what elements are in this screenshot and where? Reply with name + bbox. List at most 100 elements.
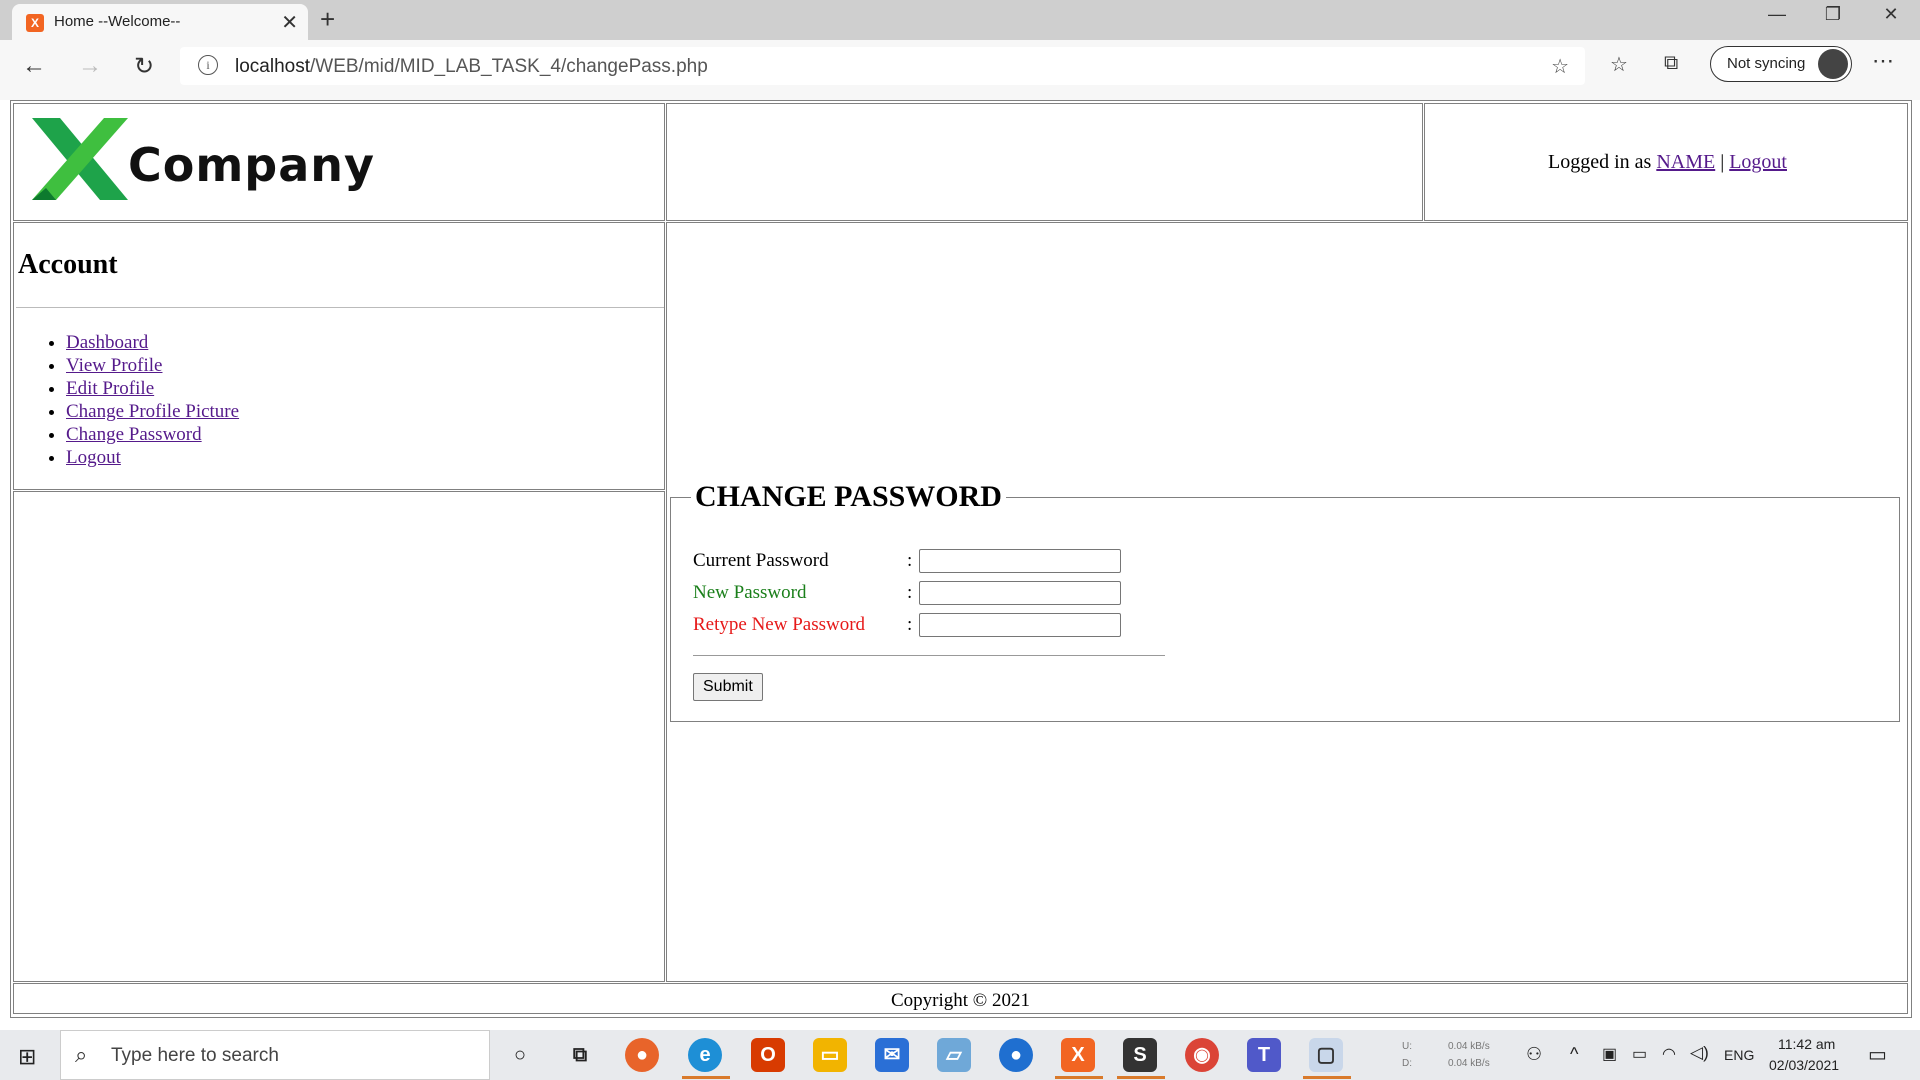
menu-item-dashboard: Dashboard [66, 331, 239, 354]
current-password-label: Current Password [693, 550, 829, 571]
notepad-icon[interactable]: ▱ [937, 1038, 971, 1072]
view-profile-link[interactable]: View Profile [66, 355, 162, 376]
language-indicator[interactable]: ENG [1724, 1047, 1754, 1063]
net-up-label: U: [1402, 1041, 1412, 1052]
login-status: Logged in as NAME | Logout [1548, 151, 1787, 174]
address-bar[interactable]: i localhost/WEB/mid/MID_LAB_TASK_4/chang… [180, 47, 1585, 85]
form-divider [693, 655, 1165, 656]
url-text[interactable]: localhost/WEB/mid/MID_LAB_TASK_4/changeP… [235, 56, 708, 78]
net-down-label: D: [1402, 1058, 1412, 1069]
x-logo-icon [32, 118, 128, 200]
teams-icon[interactable]: T [1247, 1038, 1281, 1072]
forward-icon[interactable]: → [72, 52, 108, 80]
change-profile-picture-link[interactable]: Change Profile Picture [66, 401, 239, 422]
menu-item-change-password: Change Password [66, 423, 239, 446]
sidebar-title: Account [18, 249, 118, 280]
company-name: Company [128, 138, 375, 192]
xampp-icon[interactable]: X [1061, 1038, 1095, 1072]
change-password-form: CHANGE PASSWORD Current Password : New P… [670, 480, 1900, 722]
favorites-icon[interactable]: ☆ [1610, 52, 1628, 77]
clock-time[interactable]: 11:42 am [1778, 1036, 1835, 1052]
file-explorer-icon[interactable]: ▭ [813, 1038, 847, 1072]
back-icon[interactable]: ← [16, 52, 52, 80]
url-host: localhost [235, 56, 310, 77]
new-password-input[interactable] [919, 581, 1121, 605]
form-legend: CHANGE PASSWORD [691, 480, 1006, 514]
sidebar-logout-link[interactable]: Logout [66, 447, 121, 468]
xampp-favicon-icon: X [26, 14, 44, 32]
menu-item-logout: Logout [66, 446, 239, 469]
profile-sync-button[interactable]: Not syncing [1710, 46, 1852, 82]
url-path: /WEB/mid/MID_LAB_TASK_4/changePass.php [310, 56, 708, 77]
wifi-icon[interactable]: ◠ [1662, 1044, 1676, 1064]
tab-title: Home --Welcome-- [54, 13, 181, 30]
notifications-icon[interactable]: ▭ [1868, 1042, 1887, 1067]
windows-start-icon[interactable]: ⊞ [18, 1044, 36, 1070]
page-content: Company Logged in as NAME | Logout Accou… [0, 100, 1920, 1030]
search-placeholder: Type here to search [111, 1045, 279, 1066]
taskbar-search[interactable]: ⌕ Type here to search [60, 1030, 490, 1080]
search-icon: ⌕ [75, 1042, 88, 1067]
firefox-icon[interactable]: ● [625, 1038, 659, 1072]
info-icon[interactable]: i [198, 55, 218, 75]
sublime-text-icon[interactable]: S [1123, 1038, 1157, 1072]
menu-item-edit-profile: Edit Profile [66, 377, 239, 400]
header-middle-cell [666, 103, 1423, 221]
active-app-indicator [1055, 1076, 1103, 1079]
colon: : [907, 550, 913, 571]
submit-button[interactable]: Submit [693, 673, 763, 701]
people-icon[interactable]: ⚇ [1526, 1044, 1542, 1065]
restore-icon[interactable]: ❐ [1813, 4, 1853, 25]
active-app-indicator [682, 1076, 730, 1079]
new-password-label: New Password [693, 582, 807, 603]
company-logo: Company [32, 118, 374, 208]
collections-icon[interactable]: ⧉ [1664, 52, 1678, 75]
show-hidden-icons-icon[interactable]: ^ [1570, 1044, 1578, 1065]
snipping-tool-icon[interactable]: ▢ [1309, 1038, 1343, 1072]
volume-icon[interactable]: ◁) [1690, 1043, 1709, 1063]
task-view-icon[interactable]: ⧉ [563, 1038, 597, 1072]
dashboard-link[interactable]: Dashboard [66, 332, 148, 353]
separator: | [1720, 151, 1725, 173]
sidebar-divider [16, 307, 664, 308]
office-icon[interactable]: O [751, 1038, 785, 1072]
logged-in-label: Logged in as [1548, 151, 1652, 173]
net-up-speed: 0.04 kB/s [1448, 1041, 1490, 1052]
colon: : [907, 614, 913, 635]
window-close-icon[interactable]: ✕ [1871, 4, 1911, 25]
user-name-link[interactable]: NAME [1656, 151, 1715, 173]
active-app-indicator [1303, 1076, 1351, 1079]
windows-taskbar: ⊞ ⌕ Type here to search ○ ⧉ ● e O ▭ ✉ ▱ … [0, 1030, 1920, 1080]
header-user-cell: Logged in as NAME | Logout [1424, 103, 1908, 221]
change-password-link[interactable]: Change Password [66, 424, 202, 445]
sidebar-empty-cell [13, 491, 665, 982]
firefox-dev-icon[interactable]: ● [999, 1038, 1033, 1072]
browser-toolbar: ← → ↻ i localhost/WEB/mid/MID_LAB_TASK_4… [0, 40, 1920, 101]
header-logo-cell: Company [13, 103, 665, 221]
menu-item-change-picture: Change Profile Picture [66, 400, 239, 423]
edge-icon[interactable]: e [688, 1038, 722, 1072]
colon: : [907, 582, 913, 603]
header-logout-link[interactable]: Logout [1729, 151, 1787, 173]
close-tab-icon[interactable]: ✕ [281, 10, 298, 35]
edit-profile-link[interactable]: Edit Profile [66, 378, 154, 399]
mail-icon[interactable]: ✉ [875, 1038, 909, 1072]
retype-password-input[interactable] [919, 613, 1121, 637]
footer-cell: Copyright © 2021 [13, 983, 1908, 1014]
minimize-icon[interactable]: — [1757, 4, 1797, 25]
more-options-icon[interactable]: ⋯ [1872, 48, 1894, 74]
cortana-icon[interactable]: ○ [503, 1038, 537, 1072]
chrome-icon[interactable]: ◉ [1185, 1038, 1219, 1072]
new-tab-icon[interactable]: + [320, 4, 335, 35]
meet-now-icon[interactable]: ▣ [1602, 1044, 1617, 1064]
retype-password-label: Retype New Password [693, 614, 866, 635]
browser-tab[interactable]: X Home --Welcome-- ✕ [12, 4, 308, 40]
copyright-text: Copyright © 2021 [891, 990, 1030, 1011]
avatar [1818, 49, 1848, 79]
refresh-icon[interactable]: ↻ [126, 52, 162, 81]
clock-date[interactable]: 02/03/2021 [1769, 1057, 1839, 1073]
browser-titlebar: X Home --Welcome-- ✕ + — ❐ ✕ [0, 0, 1920, 40]
current-password-input[interactable] [919, 549, 1121, 573]
add-favorite-icon[interactable]: ☆ [1551, 54, 1569, 79]
battery-icon[interactable]: ▭ [1632, 1044, 1647, 1064]
